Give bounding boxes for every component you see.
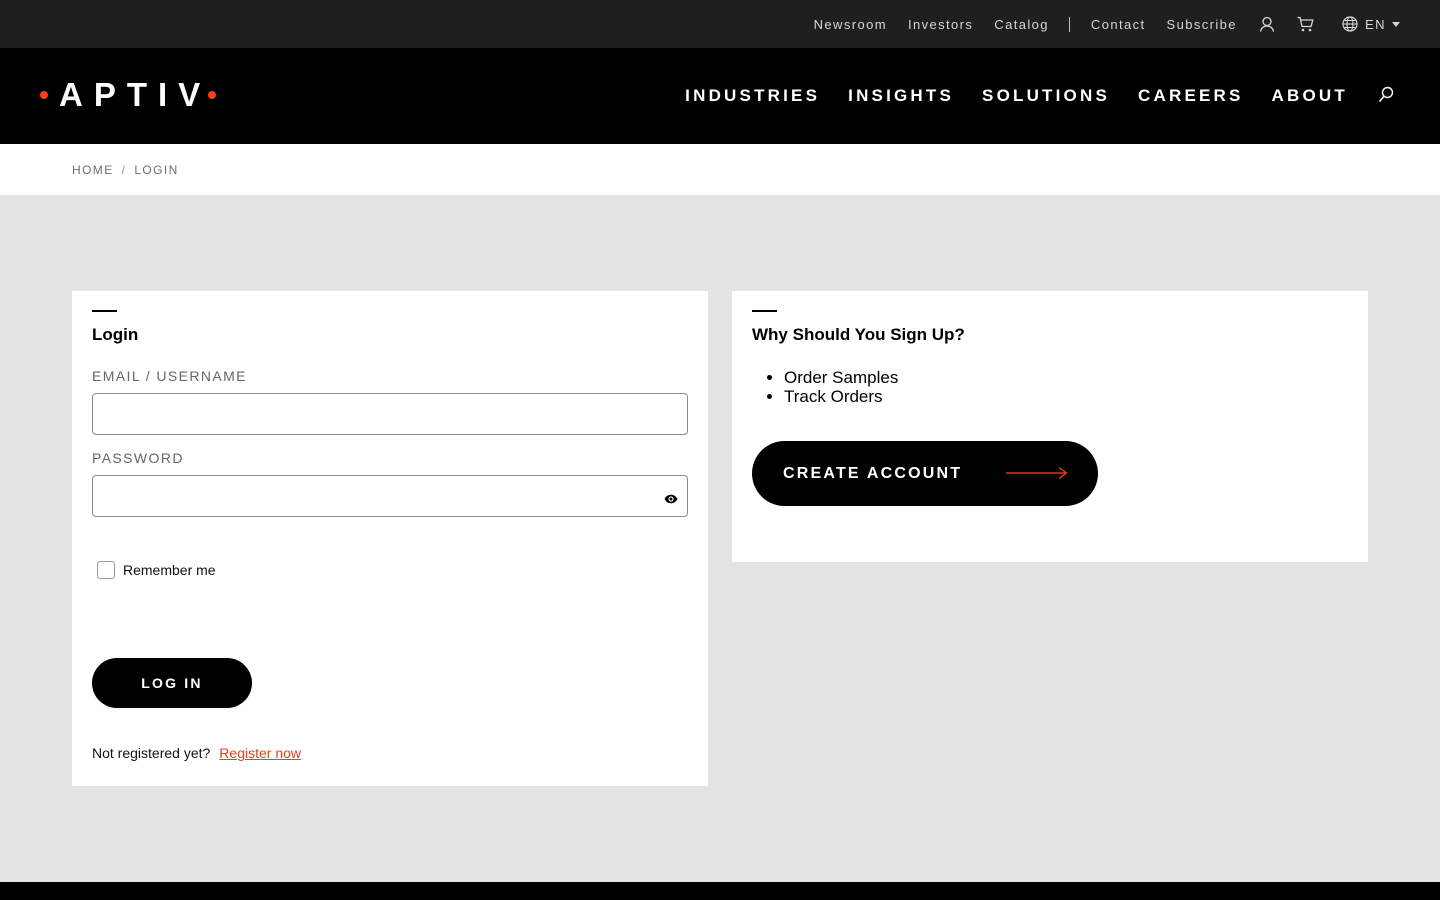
arrow-right-icon — [1006, 466, 1068, 485]
utility-link-investors[interactable]: Investors — [908, 17, 973, 32]
utility-links: Newsroom Investors Catalog Contact Subsc… — [814, 0, 1400, 48]
main-nav: INDUSTRIES INSIGHTS SOLUTIONS CAREERS AB… — [657, 48, 1348, 144]
nav-about[interactable]: ABOUT — [1272, 86, 1348, 106]
language-selector[interactable]: EN — [1342, 16, 1400, 32]
main-header: APTIV INDUSTRIES INSIGHTS SOLUTIONS CARE… — [0, 48, 1440, 144]
chevron-down-icon — [1392, 21, 1400, 27]
title-rule — [752, 310, 777, 312]
signup-card: Why Should You Sign Up? Order Samples Tr… — [732, 291, 1368, 562]
list-item: Order Samples — [784, 368, 898, 387]
language-code: EN — [1364, 16, 1386, 32]
password-field[interactable] — [92, 475, 688, 517]
breadcrumb-home[interactable]: HOME — [72, 163, 114, 177]
logo-text: APTIV — [59, 76, 212, 113]
user-icon[interactable] — [1259, 16, 1275, 32]
register-prompt: Not registered yet? — [92, 745, 211, 761]
eye-icon[interactable] — [664, 491, 678, 509]
nav-insights[interactable]: INSIGHTS — [848, 86, 954, 106]
login-button[interactable]: LOG IN — [92, 658, 252, 708]
create-account-button[interactable]: CREATE ACCOUNT — [752, 441, 1098, 506]
login-title: Login — [92, 325, 139, 344]
email-label: EMAIL / USERNAME — [92, 368, 247, 384]
list-item: Track Orders — [784, 387, 898, 406]
logo-dot-right — [208, 91, 217, 99]
title-rule — [92, 310, 117, 312]
password-label: PASSWORD — [92, 450, 184, 466]
utility-bar: Newsroom Investors Catalog Contact Subsc… — [0, 0, 1440, 48]
utility-link-catalog[interactable]: Catalog — [994, 17, 1049, 32]
utility-link-contact[interactable]: Contact — [1091, 17, 1146, 32]
email-field[interactable] — [92, 393, 688, 435]
remember-me-label: Remember me — [123, 562, 216, 578]
breadcrumb-separator: / — [121, 163, 127, 177]
utility-divider — [1068, 16, 1070, 32]
aptiv-logo[interactable]: APTIV — [40, 76, 217, 113]
footer — [0, 882, 1440, 900]
checkbox-box[interactable] — [97, 561, 115, 579]
remember-me-checkbox[interactable]: Remember me — [97, 561, 216, 579]
globe-icon — [1342, 16, 1358, 32]
nav-solutions[interactable]: SOLUTIONS — [982, 86, 1110, 106]
register-row: Not registered yet? Register now — [92, 745, 301, 761]
breadcrumb-bar: HOME / LOGIN — [0, 144, 1440, 195]
nav-careers[interactable]: CAREERS — [1138, 86, 1244, 106]
logo-dot-left — [40, 91, 48, 99]
benefits-list: Order Samples Track Orders — [784, 368, 898, 406]
register-link[interactable]: Register now — [219, 745, 301, 761]
create-account-label: CREATE ACCOUNT — [783, 465, 963, 482]
login-card: Login EMAIL / USERNAME PASSWORD Remember… — [72, 291, 708, 786]
utility-link-newsroom[interactable]: Newsroom — [814, 17, 887, 32]
signup-title: Why Should You Sign Up? — [752, 325, 965, 344]
cart-icon[interactable] — [1297, 16, 1314, 32]
search-icon[interactable] — [1378, 86, 1394, 109]
breadcrumb-current: LOGIN — [134, 163, 179, 177]
utility-link-subscribe[interactable]: Subscribe — [1167, 17, 1237, 32]
breadcrumb: HOME / LOGIN — [72, 163, 179, 177]
nav-industries[interactable]: INDUSTRIES — [685, 86, 820, 106]
